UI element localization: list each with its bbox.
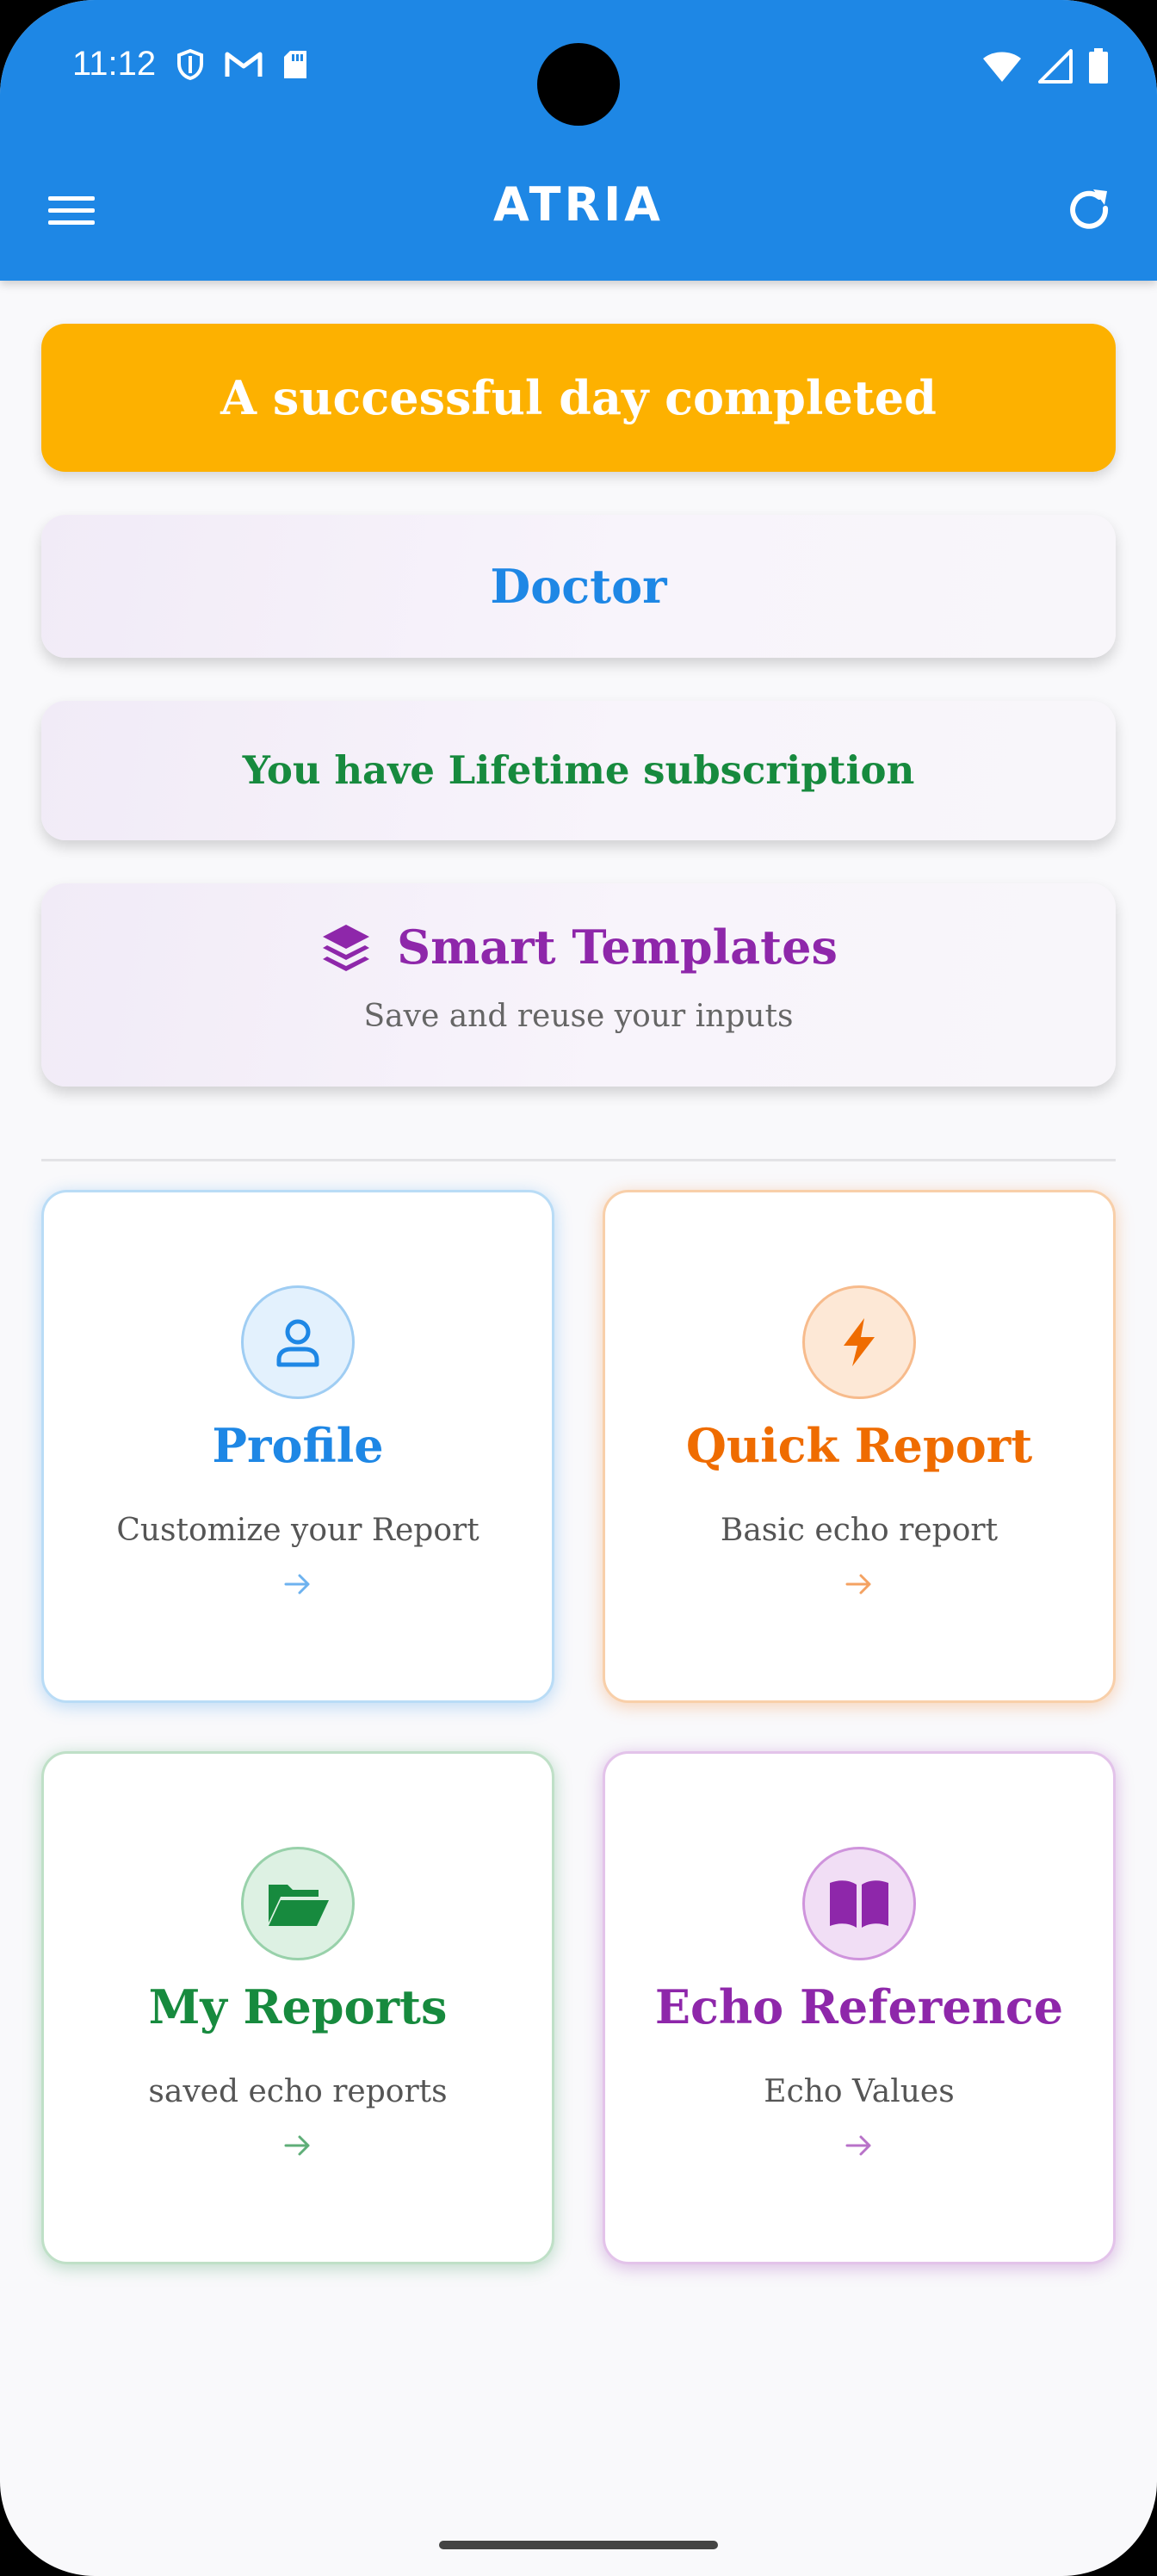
profile-card[interactable]: Profile Customize your Report — [41, 1190, 554, 1703]
echo-reference-card[interactable]: Echo Reference Echo Values — [603, 1751, 1116, 2264]
refresh-button[interactable] — [1062, 183, 1117, 238]
smart-templates-header: Smart Templates — [41, 920, 1116, 975]
echo-reference-icon-circle — [802, 1847, 916, 1960]
status-icons-left — [176, 48, 308, 81]
sd-card-icon — [284, 51, 306, 78]
gmail-icon — [225, 52, 263, 77]
section-divider — [41, 1159, 1116, 1161]
lightning-icon — [844, 1318, 875, 1366]
layers-icon — [323, 925, 370, 971]
signal-icon — [1038, 49, 1073, 84]
my-reports-card[interactable]: My Reports saved echo reports — [41, 1751, 554, 2264]
folder-open-icon — [269, 1885, 329, 1926]
arrow-right-icon — [845, 1574, 871, 1595]
echo-reference-subtitle: Echo Values — [764, 2074, 955, 2109]
status-time: 11:12 — [72, 45, 157, 83]
quick-report-icon-circle — [802, 1285, 916, 1399]
person-icon — [276, 1319, 319, 1367]
quick-report-card[interactable]: Quick Report Basic echo report — [603, 1190, 1116, 1703]
app-title: ATRIA — [493, 177, 664, 232]
subscription-banner: You have Lifetime subscription — [41, 701, 1116, 840]
smart-templates-subtitle: Save and reuse your inputs — [363, 999, 794, 1034]
shield-icon — [177, 48, 203, 81]
wifi-icon — [983, 52, 1021, 82]
smart-templates-card[interactable]: Smart Templates Save and reuse your inpu… — [41, 883, 1116, 1087]
echo-reference-title: Echo Reference — [654, 1979, 1064, 2034]
status-icons-right — [981, 48, 1109, 84]
refresh-icon — [1070, 189, 1109, 229]
my-reports-icon-circle — [241, 1847, 355, 1960]
phone-screen: 11:12 ATRIA A successful day completed D… — [0, 0, 1157, 2576]
echo-reference-arrow — [605, 2133, 1113, 2158]
quick-report-arrow — [605, 1571, 1113, 1597]
app-bar: 11:12 ATRIA — [0, 0, 1157, 281]
profile-icon-circle — [241, 1285, 355, 1399]
profile-subtitle: Customize your Report — [116, 1513, 480, 1548]
my-reports-title: My Reports — [148, 1979, 448, 2034]
arrow-right-icon — [284, 1574, 310, 1595]
camera-cutout — [537, 43, 620, 126]
arrow-right-icon — [845, 2135, 871, 2156]
quick-report-title: Quick Report — [685, 1418, 1033, 1473]
arrow-right-icon — [284, 2135, 310, 2156]
book-icon — [830, 1880, 888, 1928]
gesture-nav-handle[interactable] — [439, 2541, 718, 2549]
role-banner: Doctor — [41, 515, 1116, 658]
smart-templates-title: Smart Templates — [397, 920, 838, 975]
quick-report-subtitle: Basic echo report — [720, 1513, 999, 1548]
profile-arrow — [44, 1571, 552, 1597]
battery-icon — [1089, 48, 1108, 84]
profile-title: Profile — [212, 1418, 384, 1473]
success-banner: A successful day completed — [41, 324, 1116, 472]
my-reports-subtitle: saved echo reports — [148, 2074, 448, 2109]
my-reports-arrow — [44, 2133, 552, 2158]
